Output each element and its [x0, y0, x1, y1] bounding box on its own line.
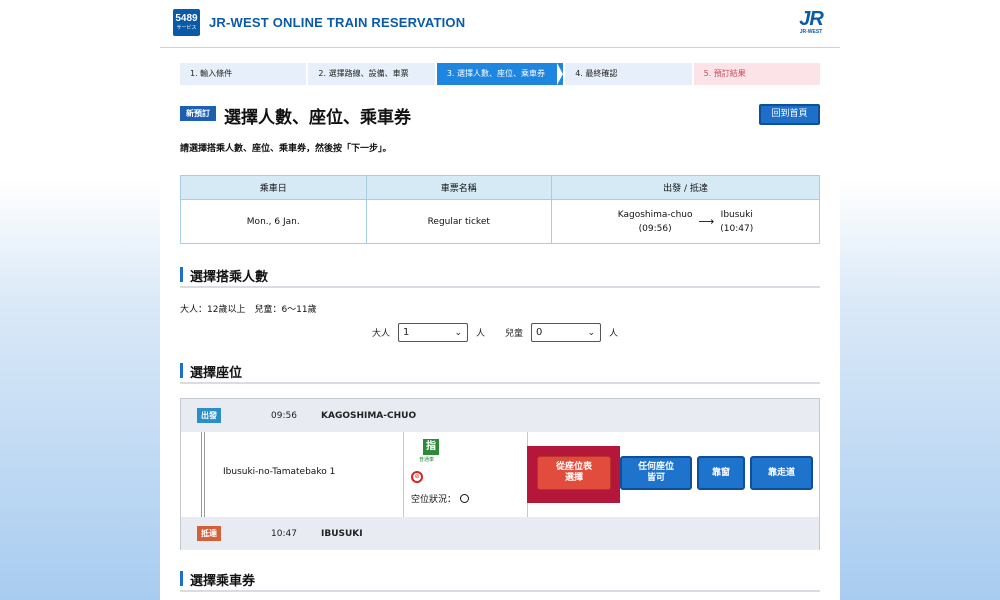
seats-heading-text: 選擇座位	[190, 366, 243, 381]
booking-summary-table: 乘車日 車票名稱 出發 / 抵達 Mon., 6 Jan. Regular ti…	[180, 175, 820, 244]
train-row: Ibusuki-no-Tamatebako 1 指 普通車 ⊘ 空位狀況： 從座…	[181, 432, 819, 517]
from-station: Kagoshima-chuo	[617, 209, 693, 220]
seats-heading: 選擇座位	[180, 360, 820, 384]
child-unit: 人	[609, 328, 619, 339]
to-time: (10:47)	[720, 223, 754, 234]
step-2: 2. 選擇路線、設備、車票	[306, 63, 435, 85]
vacancy-label: 空位狀況：	[411, 495, 457, 505]
logo-sub: サービス	[176, 25, 197, 31]
tickets-heading: 選擇乘車券	[180, 568, 820, 592]
from-time: (09:56)	[638, 223, 672, 234]
reserved-seat-icon: 指	[423, 439, 439, 455]
any-seat-button[interactable]: 任何座位 皆可	[620, 456, 692, 490]
adult-count-value: 1	[403, 326, 410, 338]
page: 5489 サービス JR-WEST ONLINE TRAIN RESERVATI…	[160, 0, 840, 600]
select-from-seat-map-button[interactable]: 從座位表 選擇	[537, 456, 611, 490]
home-button[interactable]: 回到首頁	[759, 104, 820, 125]
departure-badge: 出發	[197, 408, 221, 423]
summary-header-row: 乘車日 車票名稱 出發 / 抵達	[180, 175, 820, 200]
vacancy-status: 空位狀況：	[411, 492, 470, 505]
no-smoking-icon: ⊘	[411, 471, 423, 483]
arrow-right-icon: ⟶	[698, 214, 715, 228]
aisle-seat-button[interactable]: 靠走道	[750, 456, 813, 490]
any-seat-button-label: 任何座位 皆可	[637, 462, 674, 483]
passenger-count-row: 大人 1 ⌄ 人 兒童 0 ⌄ 人	[372, 322, 618, 342]
summary-header-ticket: 車票名稱	[365, 175, 552, 200]
passengers-heading-text: 選擇搭乘人數	[190, 270, 269, 285]
passengers-heading: 選擇搭乘人數	[180, 264, 820, 288]
page-title: 選擇人數、座位、乘車券	[224, 108, 411, 128]
step-5: 5. 預訂結果	[691, 63, 821, 85]
step-4: 4. 最終確認	[563, 63, 692, 85]
seat-selection-block: 出發 09:56 KAGOSHIMA-CHUO Ibusuki-no-Tamat…	[180, 398, 820, 550]
divider	[403, 432, 404, 517]
adult-label: 大人	[372, 328, 391, 339]
chevron-down-icon: ⌄	[587, 327, 596, 338]
summary-header-route: 出發 / 抵達	[551, 175, 820, 200]
step-1: 1. 輸入條件	[180, 63, 307, 85]
summary-date: Mon., 6 Jan.	[180, 199, 367, 244]
heading-bar	[180, 267, 183, 282]
top-header: 5489 サービス JR-WEST ONLINE TRAIN RESERVATI…	[160, 0, 840, 48]
child-count-select[interactable]: 0 ⌄	[531, 322, 602, 342]
step-3: 3. 選擇人數、座位、乘車券	[434, 63, 564, 85]
adult-count-select[interactable]: 1 ⌄	[398, 322, 469, 342]
jr-logo: JR JR-WEST	[796, 8, 826, 36]
available-circle-icon	[460, 494, 470, 503]
jr-logo-mark: JR	[799, 8, 824, 30]
progress-steps: 1. 輸入條件 2. 選擇路線、設備、車票 3. 選擇人數、座位、乘車券 4. …	[180, 63, 821, 85]
departure-time: 09:56	[271, 410, 297, 421]
arrival-row: 抵達 10:47 IBUSUKI	[181, 517, 819, 550]
route-line	[201, 432, 205, 517]
summary-header-date: 乘車日	[180, 175, 367, 200]
site-title: JR-WEST ONLINE TRAIN RESERVATION	[209, 15, 466, 30]
seat-map-button-label: 從座位表 選擇	[555, 462, 592, 483]
departure-row: 出發 09:56 KAGOSHIMA-CHUO	[181, 399, 819, 432]
instruction-text: 請選擇搭乘人數、座位、乘車券，然後按「下一步」。	[180, 144, 392, 154]
tickets-heading-text: 選擇乘車券	[190, 574, 256, 589]
new-booking-badge: 新預訂	[180, 106, 216, 121]
window-seat-button[interactable]: 靠窗	[697, 456, 745, 490]
adult-unit: 人	[476, 328, 486, 339]
arrival-time: 10:47	[271, 528, 297, 539]
heading-bar	[180, 571, 183, 586]
child-count-value: 0	[536, 326, 543, 338]
train-name: Ibusuki-no-Tamatebako 1	[223, 467, 336, 477]
age-note: 大人：12歲以上 兒童：6〜11歲	[180, 305, 317, 315]
chevron-down-icon: ⌄	[454, 327, 463, 338]
logo-number: 5489	[175, 13, 198, 24]
service-logo[interactable]: 5489 サービス	[173, 9, 200, 36]
car-type-label: 普通車	[419, 457, 435, 463]
summary-row: Mon., 6 Jan. Regular ticket Kagoshima-ch…	[180, 199, 820, 244]
arrival-station: IBUSUKI	[321, 528, 363, 539]
to-station: Ibusuki	[720, 209, 753, 220]
child-label: 兒童	[505, 328, 524, 339]
summary-ticket: Regular ticket	[365, 199, 552, 244]
heading-bar	[180, 363, 183, 378]
arrival-badge: 抵達	[197, 526, 221, 541]
jr-logo-sub: JR-WEST	[799, 29, 823, 35]
departure-station: KAGOSHIMA-CHUO	[321, 410, 417, 421]
summary-route: Kagoshima-chuo (09:56) ⟶ Ibusuki (10:47)	[551, 199, 820, 244]
